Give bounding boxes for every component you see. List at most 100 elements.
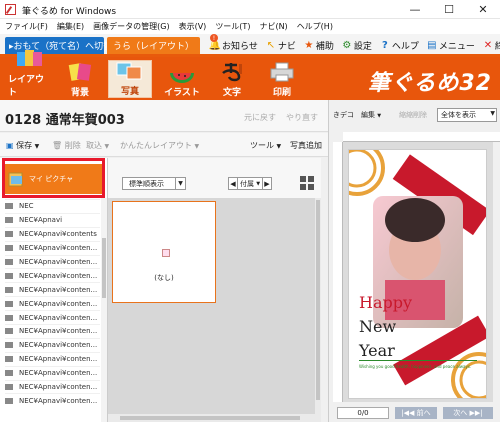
folder-small-icon <box>5 203 13 210</box>
ribbon-layout-button[interactable]: レイアウト <box>8 50 52 98</box>
scrollbar-thumb[interactable] <box>316 200 320 400</box>
menu-navi[interactable]: ナビ(N) <box>259 21 287 32</box>
chevron-down-icon: ▼ <box>490 110 495 117</box>
scrollbar-thumb[interactable] <box>120 416 300 420</box>
horizontal-ruler <box>343 132 500 142</box>
news-button[interactable]: 🔔 ! お知らせ <box>208 34 258 52</box>
prev-label: 前へ <box>416 409 431 417</box>
notification-badge: ! <box>210 34 218 42</box>
folder-list-item[interactable]: NEC¥Apnavi¥conten... <box>5 310 100 324</box>
ribbon-layout-label: レイアウト <box>8 75 45 98</box>
folder-item-label: NEC¥Apnavi¥conten... <box>19 271 98 280</box>
folder-list-item[interactable]: NEC¥Apnavi <box>5 212 100 227</box>
menu-image-data[interactable]: 画像データの管理(G) <box>93 21 169 32</box>
folder-small-icon <box>5 328 13 335</box>
folder-small-icon <box>5 245 13 252</box>
shrink-delete-button[interactable]: 縮縮削除 <box>399 110 427 120</box>
tools-label: ツール <box>250 141 274 150</box>
deco-button[interactable]: きデコ <box>333 110 354 120</box>
skip-forward-icon: ▶▶| <box>469 409 483 417</box>
edit-label: 編集 <box>361 111 375 119</box>
tab-back-side[interactable]: うら（レイアウト） <box>107 37 200 54</box>
folder-small-icon <box>5 397 13 404</box>
folder-icon <box>7 170 25 188</box>
folder-list-item[interactable]: NEC¥Apnavi¥conten... <box>5 296 100 310</box>
folder-item-label: NEC¥Apnavi¥conten... <box>19 313 98 322</box>
delete-button[interactable]: 🗑 削除 <box>52 140 81 151</box>
import-button[interactable]: 取込 ▼ <box>86 140 109 151</box>
redo-button[interactable]: やり直す <box>286 112 318 123</box>
sort-select[interactable]: 標準順表示 ▼ <box>122 177 186 190</box>
grid-view-icon[interactable] <box>300 176 314 190</box>
ribbon-print-button[interactable]: 印刷 <box>260 60 304 98</box>
folder-small-icon <box>5 384 13 391</box>
assist-label: 補助 <box>315 42 334 52</box>
tools-button[interactable]: ツール ▼ <box>250 140 281 151</box>
folder-list-item[interactable]: NEC¥Apnavi¥conten... <box>5 365 100 380</box>
settings-label: 設定 <box>353 42 372 52</box>
layout-icon <box>14 48 46 70</box>
assist-button[interactable]: ★ 補助 <box>304 39 334 52</box>
folder-list-item[interactable]: NEC¥Apnavi¥conten... <box>5 351 100 366</box>
ribbon-background-button[interactable]: 背景 <box>58 60 102 98</box>
next-arrow-button[interactable]: ▶ <box>262 177 272 190</box>
menu-tools[interactable]: ツール(T) <box>215 21 250 32</box>
chevron-down-icon: ▼ <box>34 143 40 150</box>
document-bar: 0128 通常年賀003 元に戻す やり直す <box>0 100 328 132</box>
ribbon-photo-button[interactable]: 写真 <box>108 60 152 98</box>
photo-thumbnail[interactable]: (なし) <box>112 201 216 303</box>
folder-small-icon <box>5 314 13 321</box>
add-photo-button[interactable]: 写真追加 <box>290 140 322 151</box>
bell-icon: 🔔 <box>208 40 222 51</box>
folder-list-item[interactable]: NEC¥Apnavi¥conten... <box>5 254 100 269</box>
news-label: お知らせ <box>222 42 258 52</box>
edit-menu-button[interactable]: 編集 ▼ <box>361 110 381 120</box>
ribbon-text-button[interactable]: 文字 <box>210 60 254 98</box>
folder-list-item[interactable]: NEC¥Apnavi¥conten... <box>5 393 100 407</box>
menu-help[interactable]: ヘルプ(H) <box>297 21 333 32</box>
prev-page-button[interactable]: |◀◀ 前へ <box>395 407 437 419</box>
scrollbar-thumb[interactable] <box>102 238 106 298</box>
save-button[interactable]: ▣ 保存 ▼ <box>6 140 39 151</box>
zoom-select[interactable]: 全体を表示 ▼ <box>437 108 497 122</box>
my-pictures-folder[interactable]: マイ ピクチャ <box>5 164 102 194</box>
date-select[interactable]: 付属 ▼ <box>237 177 263 190</box>
folder-list-item[interactable]: NEC¥Apnavi¥conten... <box>5 268 100 282</box>
easy-layout-button[interactable]: かんたんレイアウト ▼ <box>120 140 199 151</box>
folder-item-label: NEC¥Apnavi¥conten... <box>19 396 98 405</box>
postcard-preview[interactable]: Happy New Year Wishing you good health, … <box>349 150 486 398</box>
folder-list: NEC NEC¥Apnavi NEC¥Apnavi¥contents NEC¥Apna… <box>5 199 100 407</box>
photo-horizontal-scrollbar[interactable] <box>108 414 321 422</box>
menu-edit[interactable]: 編集(E) <box>57 21 84 32</box>
side-tab-row: ▸おもて（宛て名）へ切替 うら（レイアウト） 🔔 ! お知らせ ↖ ナビ ★ 補… <box>0 34 500 57</box>
chevron-down-icon: ▼ <box>256 180 261 187</box>
navi-button[interactable]: ↖ ナビ <box>266 39 296 52</box>
folder-list-item[interactable]: NEC¥Apnavi¥conten... <box>5 324 100 338</box>
page-nav-bar: 0/0 |◀◀ 前へ 次へ ▶▶| <box>329 403 500 422</box>
exit-button[interactable]: ✕ 終了 <box>483 39 500 52</box>
menu-view[interactable]: 表示(V) <box>179 21 207 32</box>
menu-button[interactable]: ▤ メニュー <box>427 39 475 52</box>
photo-vertical-scrollbar[interactable] <box>315 198 321 414</box>
folder-list-item[interactable]: NEC¥Apnavi¥conten... <box>5 379 100 394</box>
photo-browser-tools: 標準順表示 ▼ ◀ 付属 ▼ ▶ <box>108 158 321 198</box>
undo-button[interactable]: 元に戻す <box>244 112 276 123</box>
folder-list-item[interactable]: NEC¥Apnavi¥contents <box>5 226 100 241</box>
folder-list-item[interactable]: NEC <box>5 199 100 213</box>
folder-list-item[interactable]: NEC¥Apnavi¥conten... <box>5 337 100 352</box>
menu-file[interactable]: ファイル(F) <box>5 21 48 32</box>
folder-scrollbar[interactable] <box>101 198 107 422</box>
save-label: 保存 <box>16 141 33 150</box>
card-canvas[interactable]: Happy New Year Wishing you good health, … <box>343 142 493 402</box>
ribbon-text-label: 文字 <box>222 88 241 98</box>
next-page-button[interactable]: 次へ ▶▶| <box>443 407 493 419</box>
close-button[interactable]: ✕ <box>466 0 500 19</box>
folder-list-item[interactable]: NEC¥Apnavi¥conten... <box>5 240 100 255</box>
image-placeholder-icon <box>162 249 170 257</box>
maximize-button[interactable]: ☐ <box>432 0 466 19</box>
settings-button[interactable]: ⚙ 設定 <box>342 39 372 52</box>
folder-list-item[interactable]: NEC¥Apnavi¥conten... <box>5 282 100 296</box>
help-button[interactable]: ? ヘルプ <box>380 39 419 52</box>
ribbon-illust-button[interactable]: イラスト <box>160 60 204 98</box>
minimize-button[interactable]: — <box>398 0 432 19</box>
